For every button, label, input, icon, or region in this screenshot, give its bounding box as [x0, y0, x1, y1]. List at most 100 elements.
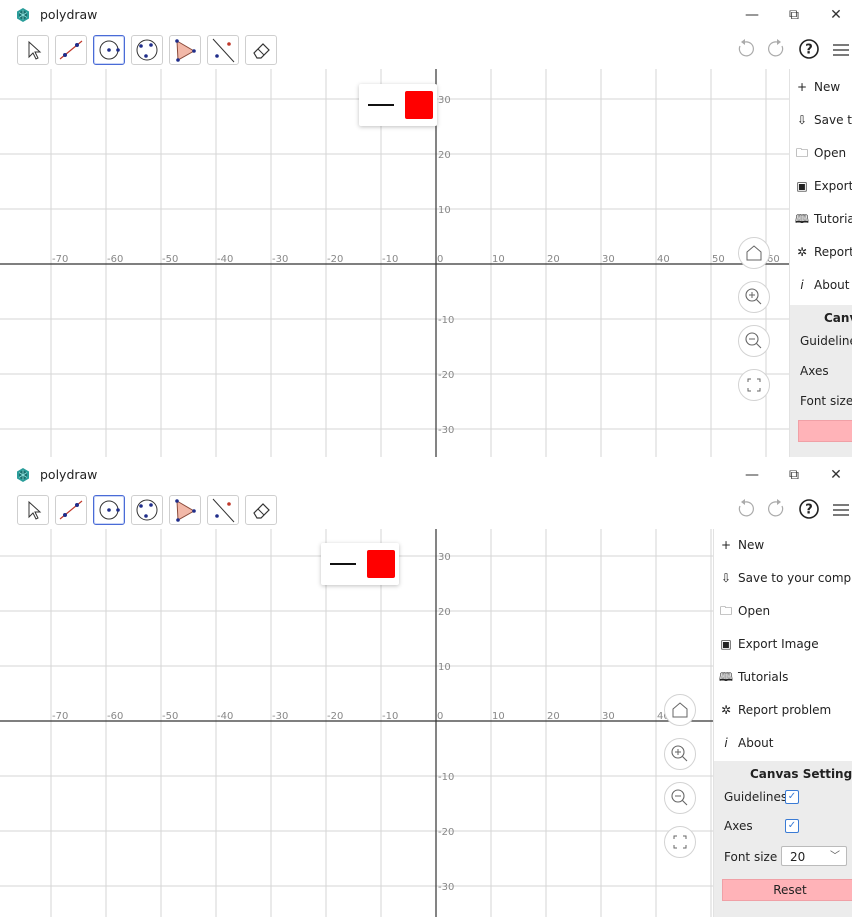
eraser-icon [253, 43, 270, 59]
menu-item-report[interactable]: ✲ Report problem [714, 694, 831, 727]
zoom-in-button[interactable] [664, 738, 696, 770]
select-tool-button[interactable] [17, 495, 49, 525]
x-tick-label: 20 [547, 254, 560, 265]
font-size-label: Font size [724, 850, 778, 864]
menu-item-save[interactable]: ⇩ Save to y [790, 104, 852, 137]
menu-icon[interactable] [830, 38, 852, 60]
close-button[interactable]: ✕ [824, 4, 848, 26]
eraser-tool-button[interactable] [245, 35, 277, 65]
x-tick-label: 10 [492, 711, 505, 722]
x-tick-label: -10 [382, 254, 398, 265]
menu-item-export[interactable]: ▣ Export In [790, 170, 852, 203]
polygon-tool-button[interactable] [169, 35, 201, 65]
coordinate-grid[interactable]: -70 -60 -50 -40 -30 -20 -10 0 10 20 30 40 50 60302010… [0, 69, 789, 457]
line-style-button[interactable] [368, 104, 394, 106]
minimize-button[interactable]: — [740, 464, 764, 486]
style-popup [321, 543, 399, 585]
menu-item-tutorials[interactable]: 🕮 Tutorials [714, 661, 788, 694]
circle-tool-button[interactable] [93, 495, 125, 525]
minimize-button[interactable]: — [740, 4, 764, 26]
x-tick-label: -10 [382, 711, 398, 722]
menu-item-label: New [738, 538, 765, 552]
help-icon[interactable]: ? [798, 498, 820, 520]
line-point-tool-button[interactable] [207, 495, 239, 525]
y-tick-label: 30 [438, 552, 451, 563]
undo-icon[interactable] [734, 38, 756, 60]
redo-icon[interactable] [766, 498, 788, 520]
x-tick-label: -50 [162, 711, 178, 722]
undo-icon[interactable] [734, 498, 756, 520]
line-tool-button[interactable] [55, 495, 87, 525]
x-tick-label: 30 [602, 254, 615, 265]
help-icon[interactable]: ? [798, 38, 820, 60]
zoom-in-button[interactable] [738, 281, 770, 313]
x-tick-label: -50 [162, 254, 178, 265]
polygon-tool-button[interactable] [169, 495, 201, 525]
y-tick-label: 20 [438, 150, 451, 161]
cursor-icon [28, 500, 42, 520]
reset-button[interactable]: R [798, 420, 852, 442]
menu-item-label: Tutorials [738, 670, 789, 684]
app-title: polydraw [40, 467, 98, 482]
eraser-tool-button[interactable] [245, 495, 277, 525]
line-segment-icon [59, 40, 83, 60]
reset-button[interactable]: Reset [722, 879, 852, 901]
menu-item-save[interactable]: ⇩ Save to your computer [714, 562, 852, 595]
menu-item-report[interactable]: ✲ Report p [790, 236, 852, 269]
axes-checkbox[interactable]: ✓ [785, 819, 799, 833]
restore-button[interactable]: ⧉ [782, 464, 806, 486]
menu-icon[interactable] [830, 498, 852, 520]
circle-3pt-tool-button[interactable] [131, 495, 163, 525]
guidelines-label: Guidelines [724, 790, 788, 804]
fullscreen-button[interactable] [738, 369, 770, 401]
image-icon: ▣ [720, 637, 732, 651]
cursor-icon [28, 40, 42, 60]
line-point-tool-button[interactable] [207, 35, 239, 65]
menu-item-open[interactable]: 🗀 Open [790, 137, 846, 170]
guidelines-checkbox[interactable]: ✓ [785, 790, 799, 804]
line-segment-icon [59, 500, 83, 520]
save-icon: ⇩ [720, 571, 732, 585]
polygon-icon [175, 39, 196, 62]
home-view-button[interactable] [738, 237, 770, 269]
zoom-out-button[interactable] [664, 782, 696, 814]
redo-icon[interactable] [766, 38, 788, 60]
line-tool-button[interactable] [55, 35, 87, 65]
line-style-button[interactable] [330, 563, 356, 565]
x-tick-label: -60 [107, 254, 123, 265]
bug-icon: ✲ [720, 703, 732, 717]
x-tick-label: -20 [327, 711, 343, 722]
menu-item-new[interactable]: + New [790, 71, 840, 104]
fullscreen-button[interactable] [664, 826, 696, 858]
close-button[interactable]: ✕ [824, 464, 848, 486]
menu-item-open[interactable]: 🗀 Open [714, 595, 770, 628]
menu-item-about[interactable]: i About [790, 269, 849, 302]
menu-item-new[interactable]: + New [714, 529, 764, 562]
expand-icon [673, 835, 687, 849]
circle-center-icon [99, 40, 120, 60]
coordinate-grid[interactable]: -70 -60 -50 -40 -30 -20 -10 0 10 20 30 40302010-10-… [0, 529, 713, 917]
circle-3pt-tool-button[interactable] [131, 35, 163, 65]
home-view-button[interactable] [664, 694, 696, 726]
info-icon: i [724, 736, 728, 750]
menu-item-label: Save to y [814, 113, 852, 127]
svg-text:?: ? [805, 503, 813, 518]
zoom-out-button[interactable] [738, 325, 770, 357]
drawing-canvas[interactable]: -70 -60 -50 -40 -30 -20 -10 0 10 20 30 40 30 20 10 -10-… [0, 529, 713, 917]
restore-button[interactable]: ⧉ [782, 4, 806, 26]
x-tick-label: 0 [437, 711, 443, 722]
circle-tool-button[interactable] [93, 35, 125, 65]
toolbar: ? [0, 33, 852, 69]
menu-item-about[interactable]: i About [714, 727, 773, 760]
circle-three-points-icon [136, 39, 158, 61]
menu-item-tutorials[interactable]: 🕮 Tutorials [790, 203, 852, 236]
menu-item-export[interactable]: ▣ Export Image [714, 628, 818, 661]
select-tool-button[interactable] [17, 35, 49, 65]
color-swatch-button[interactable] [367, 550, 395, 578]
drawing-canvas[interactable]: -70 -60 -50 -40 -30 -20 -10 0 10 20 30 40 50 60 30 20 10… [0, 69, 789, 457]
font-size-select[interactable]: 20 ﹀ [781, 846, 847, 866]
color-swatch-button[interactable] [405, 91, 433, 119]
info-icon: i [800, 278, 804, 292]
zoom-out-icon [671, 789, 688, 806]
y-tick-label: -30 [438, 882, 454, 893]
